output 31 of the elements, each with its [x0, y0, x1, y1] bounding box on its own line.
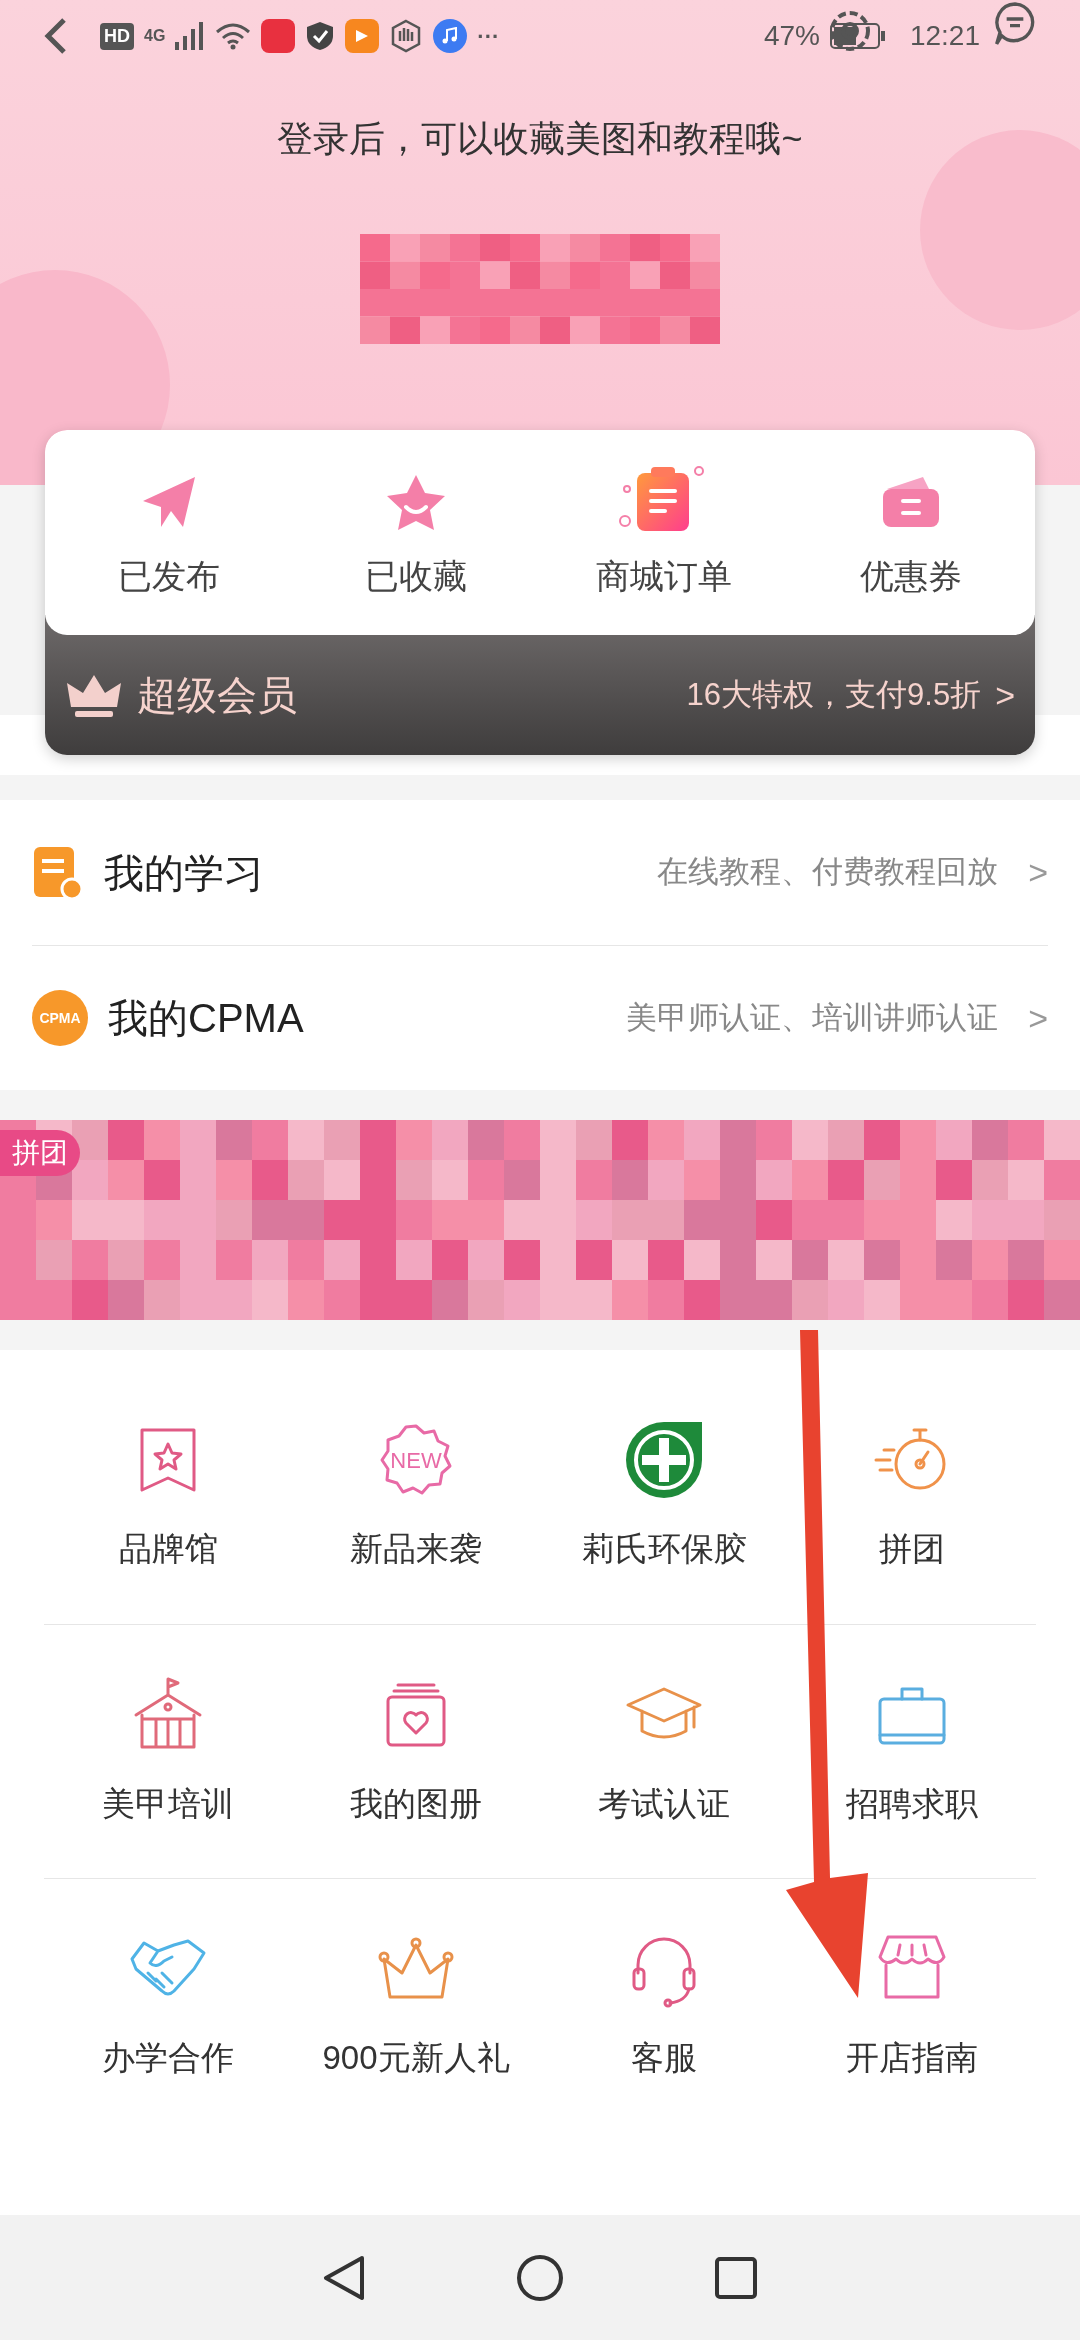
row-subtitle: 在线教程、付费教程回放: [657, 853, 999, 892]
feature-tile[interactable]: 莉氏环保胶: [540, 1370, 788, 1624]
feature-tile[interactable]: 办学合作: [44, 1879, 292, 2132]
row-title: 我的CPMA: [108, 995, 304, 1042]
row-title: 我的学习: [104, 849, 264, 897]
hd-indicator: HD: [100, 22, 134, 50]
vip-title: 超级会员: [137, 672, 297, 719]
menu-row[interactable]: 我的学习 在线教程、付费教程回放 >: [32, 800, 1048, 945]
network-indicator: 4G: [144, 26, 166, 46]
chevron-icon: >: [1028, 847, 1048, 898]
feature-tile[interactable]: 客服: [540, 1879, 788, 2132]
feature-tile[interactable]: 拼团: [788, 1370, 1036, 1624]
feature-tile[interactable]: 招聘求职: [788, 1625, 1036, 1878]
clock: 12:21: [909, 19, 980, 53]
feature-tile[interactable]: 美甲培训: [44, 1625, 292, 1878]
feature-tile[interactable]: 考试认证: [540, 1625, 788, 1878]
group-buy-tag: 拼团: [0, 1130, 80, 1176]
login-prompt: 登录后，可以收藏美图和教程哦~: [276, 117, 804, 161]
feature-tile[interactable]: 我的图册: [292, 1625, 540, 1878]
cpma-badge-icon: CPMA: [32, 990, 88, 1046]
row-subtitle: 美甲师认证、培训讲师认证: [626, 998, 999, 1037]
feature-tile[interactable]: NEW 新品来袭: [292, 1370, 540, 1624]
battery-percent: 47%: [763, 19, 820, 53]
chevron-icon: >: [1028, 992, 1048, 1044]
feature-tile[interactable]: 开店指南: [788, 1879, 1036, 2132]
chevron-icon: >: [995, 669, 1015, 721]
feature-tile[interactable]: 900元新人礼: [292, 1879, 540, 2132]
menu-row[interactable]: CPMA 我的CPMA 美甲师认证、培训讲师认证 >: [32, 945, 1048, 1090]
feature-tile[interactable]: 品牌馆: [44, 1370, 292, 1624]
more-notifications: ···: [477, 22, 500, 51]
vip-benefits: 16大特权，支付9.5折: [686, 675, 982, 714]
